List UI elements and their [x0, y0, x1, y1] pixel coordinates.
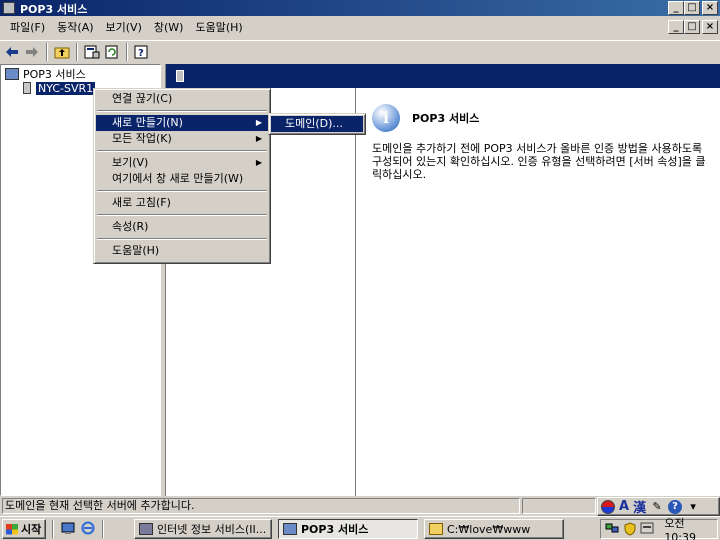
- mdi-minimize-button[interactable]: _: [668, 20, 684, 34]
- mdi-controls: _ □ ×: [668, 20, 718, 34]
- menu-separator: [97, 190, 267, 192]
- iis-icon: [139, 523, 153, 535]
- tree-item-label: POP3 서비스: [23, 68, 86, 81]
- result-pane-header: [166, 64, 720, 88]
- info-icon: i: [372, 104, 400, 132]
- menu-window[interactable]: 창(W): [148, 19, 190, 37]
- svg-text:?: ?: [138, 48, 144, 59]
- menu-action[interactable]: 동작(A): [51, 19, 99, 37]
- taskbar-divider: [52, 520, 54, 538]
- toolbar: ?: [0, 40, 720, 62]
- ime-hanja-icon[interactable]: 漢: [633, 497, 646, 516]
- tree-item-pop3[interactable]: POP3 서비스: [5, 67, 86, 81]
- pop3-service-icon: [5, 68, 19, 80]
- start-button[interactable]: 시작: [2, 519, 46, 539]
- internet-explorer-icon[interactable]: [80, 521, 96, 537]
- title-bar: POP3 서비스 _ □ ×: [0, 0, 720, 16]
- submenu-arrow-icon: ▶: [255, 158, 262, 167]
- task-button-iis[interactable]: 인터넷 정보 서비스(II...: [134, 519, 272, 539]
- menu-item-properties[interactable]: 속성(R): [96, 219, 268, 235]
- menu-view[interactable]: 보기(V): [100, 19, 148, 37]
- show-desktop-icon[interactable]: [60, 521, 76, 537]
- mdi-close-button[interactable]: ×: [702, 20, 718, 34]
- menu-item-label: 새로 만들기(N): [112, 116, 183, 129]
- ime-toolbar: A 漢 ✎ ? ▾: [597, 497, 720, 516]
- menu-item-label: 도메인(D)...: [285, 117, 343, 130]
- up-folder-icon[interactable]: [52, 42, 72, 61]
- menu-item-label: 도움말(H): [112, 244, 160, 257]
- menu-item-disconnect[interactable]: 연결 끊기(C): [96, 91, 268, 107]
- info-title: POP3 서비스: [412, 112, 480, 125]
- maximize-button[interactable]: □: [684, 1, 700, 15]
- info-description: 도메인을 추가하기 전에 POP3 서비스가 올바른 인증 방법을 사용하도록 …: [372, 142, 706, 181]
- ime-pad-icon[interactable]: ✎: [650, 500, 664, 514]
- taskbar: 시작 인터넷 정보 서비스(II... POP3 서비스 C:₩love₩www…: [0, 516, 720, 540]
- clock[interactable]: 오전 10:39: [664, 515, 717, 540]
- menu-item-label: 보기(V): [112, 156, 149, 169]
- menu-item-label: 여기에서 창 새로 만들기(W): [112, 172, 244, 185]
- menu-separator: [97, 110, 267, 112]
- context-menu: 연결 끊기(C) 새로 만들기(N) ▶ 모든 작업(K) ▶ 보기(V) ▶ 여기에…: [93, 88, 271, 264]
- menu-item-label: 새로 고침(F): [112, 196, 171, 209]
- menu-item-new[interactable]: 새로 만들기(N) ▶: [96, 115, 268, 131]
- menu-item-new-window[interactable]: 여기에서 창 새로 만들기(W): [96, 171, 268, 187]
- menu-bar: 파일(F) 동작(A) 보기(V) 창(W) 도움말(H) _ □ ×: [0, 17, 720, 39]
- task-label: C:₩love₩www: [447, 522, 531, 536]
- windows-logo-icon: [6, 523, 18, 535]
- menu-file[interactable]: 파일(F): [4, 19, 51, 37]
- submenu-new: 도메인(D)...: [268, 113, 366, 135]
- toolbar-separator: [76, 42, 78, 61]
- help-icon[interactable]: ?: [132, 42, 152, 61]
- submenu-arrow-icon: ▶: [255, 134, 262, 143]
- menu-item-refresh[interactable]: 새로 고침(F): [96, 195, 268, 211]
- menu-item-all-tasks[interactable]: 모든 작업(K) ▶: [96, 131, 268, 147]
- minimize-button[interactable]: _: [668, 1, 684, 15]
- system-tray: 오전 10:39: [600, 517, 718, 540]
- toolbar-separator: [126, 42, 128, 61]
- info-panel: i POP3 서비스 도메인을 추가하기 전에 POP3 서비스가 올바른 인증…: [358, 88, 718, 496]
- task-button-folder[interactable]: C:₩love₩www: [424, 519, 564, 539]
- ime-help-icon[interactable]: ?: [668, 499, 683, 514]
- menu-item-label: 연결 끊기(C): [112, 92, 173, 105]
- pop3-service-icon: [283, 523, 297, 535]
- window-controls: _ □ ×: [668, 1, 718, 15]
- mdi-restore-button[interactable]: □: [684, 20, 700, 34]
- forward-icon[interactable]: [22, 42, 42, 61]
- toolbar-separator: [46, 42, 48, 61]
- task-label: 인터넷 정보 서비스(II...: [157, 523, 267, 536]
- ime-alpha-icon[interactable]: A: [619, 499, 629, 514]
- menu-separator: [97, 150, 267, 152]
- menu-separator: [97, 214, 267, 216]
- status-panel: [522, 498, 596, 514]
- ime-options-icon[interactable]: ▾: [686, 500, 700, 514]
- menu-help[interactable]: 도움말(H): [189, 19, 248, 37]
- network-icon[interactable]: [605, 522, 619, 536]
- app-icon: [3, 2, 15, 14]
- back-icon[interactable]: [2, 42, 22, 61]
- status-text: 도메인을 현재 선택한 서버에 추가합니다.: [2, 498, 520, 514]
- tree-item-server[interactable]: NYC-SVR1: [23, 80, 97, 96]
- menu-item-view[interactable]: 보기(V) ▶: [96, 155, 268, 171]
- server-icon: [176, 70, 184, 82]
- refresh-icon[interactable]: [102, 42, 122, 61]
- menu-item-label: 속성(R): [112, 220, 149, 233]
- server-icon: [23, 82, 31, 94]
- window-title: POP3 서비스: [20, 3, 88, 16]
- task-button-pop3[interactable]: POP3 서비스: [278, 519, 418, 539]
- close-button[interactable]: ×: [702, 1, 718, 15]
- folder-icon: [429, 523, 443, 535]
- properties-icon[interactable]: [82, 42, 102, 61]
- menu-item-help[interactable]: 도움말(H): [96, 243, 268, 259]
- menu-separator: [97, 238, 267, 240]
- menu-item-domain[interactable]: 도메인(D)...: [271, 116, 363, 132]
- menu-item-label: 모든 작업(K): [112, 132, 172, 145]
- task-label: POP3 서비스: [301, 523, 369, 536]
- start-label: 시작: [21, 523, 42, 536]
- security-shield-icon[interactable]: [623, 522, 636, 536]
- taskbar-divider: [102, 520, 104, 538]
- ime-tray-icon[interactable]: [640, 522, 654, 536]
- tree-item-label: NYC-SVR1: [34, 80, 97, 96]
- submenu-arrow-icon: ▶: [255, 118, 262, 127]
- ime-mode-icon[interactable]: [601, 499, 615, 514]
